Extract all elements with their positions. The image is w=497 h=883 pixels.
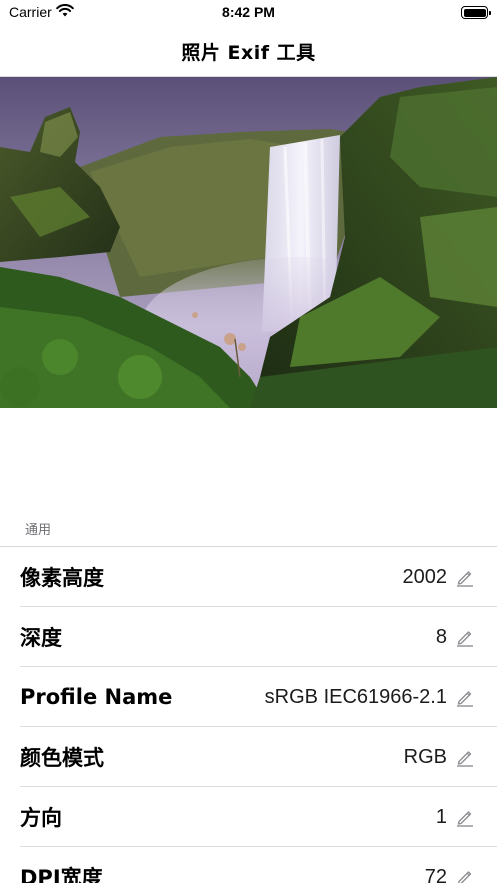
row-value-group: 8 — [436, 626, 475, 649]
row-value: 8 — [435, 625, 447, 648]
row-label: 像素高度 — [20, 566, 104, 590]
row-value: RGB — [403, 745, 447, 768]
row-value: 1 — [435, 805, 447, 828]
row-value-group: 72 — [425, 866, 475, 883]
pencil-icon[interactable] — [455, 687, 475, 707]
row-value: 2002 — [402, 565, 448, 588]
row-label: DPI宽度 — [20, 866, 103, 883]
row-label: Profile Name — [20, 685, 173, 709]
row-value-group: 1 — [436, 806, 475, 829]
exif-list: 像素高度 2002 深度 8 Profile Name sRGB IEC61966-2.1… — [0, 546, 497, 883]
pencil-icon[interactable] — [455, 807, 475, 827]
navigation-bar: 照片 Exif 工具 — [0, 26, 497, 77]
row-value-group: 2002 — [403, 566, 476, 589]
pencil-icon[interactable] — [455, 747, 475, 767]
pencil-icon[interactable] — [455, 567, 475, 587]
pencil-icon[interactable] — [455, 627, 475, 647]
row-label: 颜色模式 — [20, 746, 104, 770]
row-value-group: RGB — [404, 746, 475, 769]
photo-image[interactable] — [0, 77, 497, 408]
status-time: 8:42 PM — [222, 4, 275, 20]
row-value: sRGB IEC61966-2.1 — [264, 685, 447, 708]
row-label: 深度 — [20, 626, 62, 650]
list-item[interactable]: Profile Name sRGB IEC61966-2.1 — [0, 667, 497, 727]
pencil-icon[interactable] — [455, 867, 475, 883]
battery-icon — [461, 6, 491, 19]
page-title: 照片 Exif 工具 — [181, 41, 316, 64]
status-bar: Carrier 8:42 PM — [0, 0, 497, 26]
row-value: 72 — [424, 865, 447, 883]
list-item[interactable]: 像素高度 2002 — [0, 547, 497, 607]
section-header: 通用 — [25, 523, 52, 538]
row-value-group: sRGB IEC61966-2.1 — [265, 686, 475, 709]
list-item[interactable]: DPI宽度 72 — [0, 847, 497, 883]
list-item[interactable]: 颜色模式 RGB — [0, 727, 497, 787]
list-item[interactable]: 深度 8 — [0, 607, 497, 667]
list-item[interactable]: 方向 1 — [0, 787, 497, 847]
row-label: 方向 — [20, 806, 62, 830]
